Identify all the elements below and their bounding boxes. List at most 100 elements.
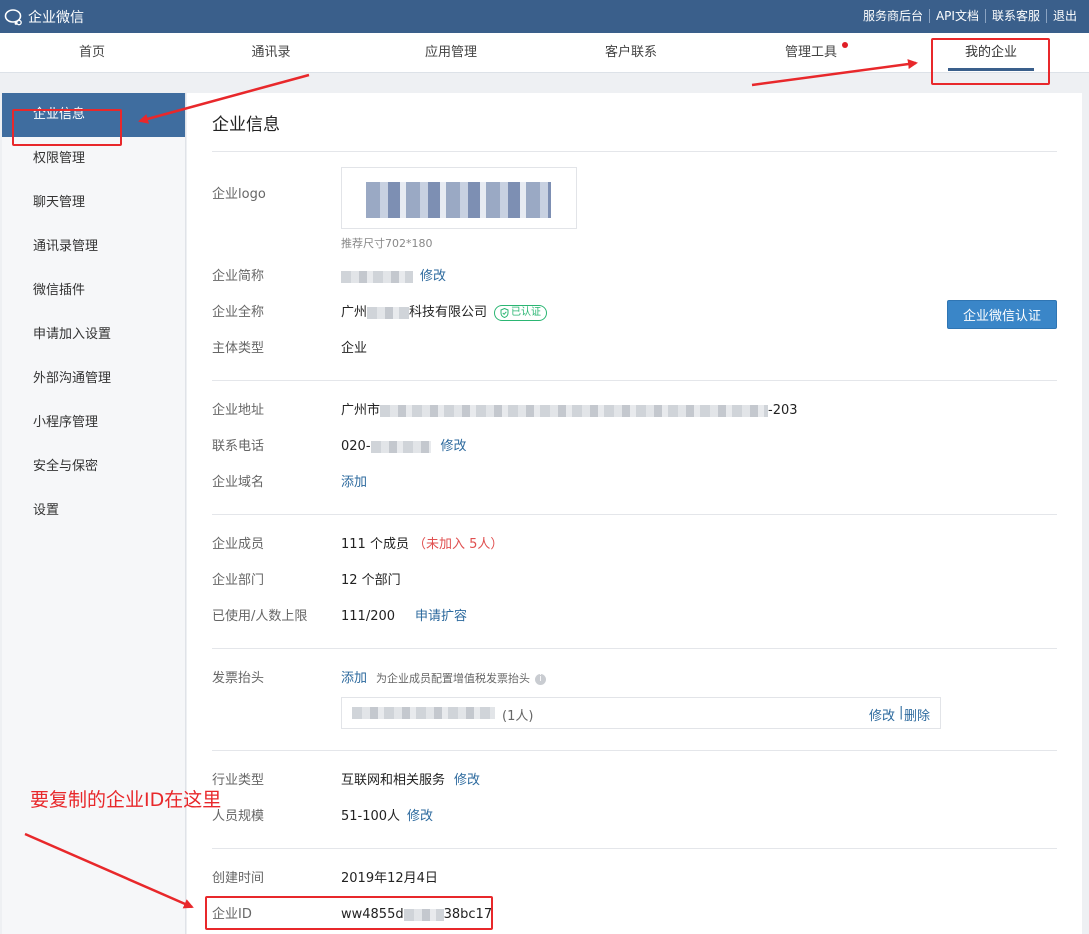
sidebar-item-external-communication[interactable]: 外部沟通管理 — [2, 357, 185, 401]
nav-app-management[interactable]: 应用管理 — [409, 33, 493, 73]
departments-row: 企业部门 12 个部门 — [212, 571, 1057, 591]
sidebar-item-settings[interactable]: 设置 — [2, 489, 185, 533]
sidebar-item-wechat-plugin[interactable]: 微信插件 — [2, 269, 185, 313]
sidebar-item-contacts-management[interactable]: 通讯录管理 — [2, 225, 185, 269]
highlight-box-corp-id — [205, 896, 493, 930]
divider — [212, 848, 1057, 849]
sidebar-item-mini-program[interactable]: 小程序管理 — [2, 401, 185, 445]
sidebar-item-security[interactable]: 安全与保密 — [2, 445, 185, 489]
full-name-redacted — [367, 307, 410, 319]
api-docs-link[interactable]: API文档 — [928, 9, 985, 23]
divider — [212, 750, 1057, 751]
short-name-redacted — [341, 271, 413, 283]
address-suffix: -203 — [768, 403, 798, 418]
industry-row: 行业类型 互联网和相关服务 修改 — [212, 771, 1057, 791]
domain-add-link[interactable]: 添加 — [341, 473, 367, 493]
wecom-logo-icon — [4, 9, 22, 26]
members-unjoined[interactable]: （未加入 5人） — [413, 535, 503, 555]
usage-value-group: 111/200 申请扩容 — [341, 607, 467, 627]
address-redacted — [380, 405, 769, 417]
invoice-item: (1人) 修改 | 删除 — [341, 697, 941, 729]
industry-value-group: 互联网和相关服务 修改 — [341, 771, 480, 791]
expand-capacity-link[interactable]: 申请扩容 — [415, 607, 467, 627]
entity-type-label: 主体类型 — [212, 341, 265, 356]
page-title: 企业信息 — [212, 115, 280, 135]
scale-value: 51-100人 — [341, 809, 401, 824]
sidebar-item-join-settings[interactable]: 申请加入设置 — [2, 313, 185, 357]
logout-link[interactable]: 退出 — [1045, 9, 1083, 23]
short-name-value: 修改 — [341, 267, 446, 287]
full-name-row: 企业全称 广州 科技有限公司 已认证 — [212, 303, 1057, 323]
members-value: 111 个成员 — [341, 537, 409, 552]
brand[interactable]: 企业微信 — [4, 7, 84, 27]
phone-value: 020- 修改 — [341, 437, 467, 457]
members-value-group: 111 个成员 （未加入 5人） — [341, 535, 503, 555]
full-name-prefix: 广州 — [341, 305, 368, 320]
short-name-edit-link[interactable]: 修改 — [420, 267, 446, 287]
nav-management-tools-label: 管理工具 — [784, 45, 837, 60]
divider — [212, 151, 1057, 152]
brand-name: 企业微信 — [28, 10, 84, 26]
invoice-delete-link[interactable]: 删除 — [904, 705, 930, 724]
created-row: 创建时间 2019年12月4日 — [212, 869, 1057, 889]
address-prefix: 广州市 — [341, 403, 381, 418]
departments-label: 企业部门 — [212, 573, 265, 588]
main-panel: 企业信息 企业logo 推荐尺寸702*180 企业简称 修改 企业全称 广州 … — [187, 93, 1082, 934]
nav-contacts[interactable]: 通讯录 — [229, 33, 313, 73]
members-label: 企业成员 — [212, 537, 265, 552]
invoice-title-redacted — [352, 707, 495, 719]
shield-check-icon — [500, 308, 509, 318]
departments-value: 12 个部门 — [341, 573, 401, 588]
contact-support-link[interactable]: 联系客服 — [984, 9, 1046, 23]
separator: | — [899, 705, 904, 720]
notification-dot — [842, 42, 848, 48]
nav-home[interactable]: 首页 — [50, 33, 134, 73]
invoice-label: 发票抬头 — [212, 671, 265, 686]
highlight-box-my-enterprise — [931, 38, 1050, 85]
logo-upload-box[interactable] — [341, 167, 577, 229]
address-value: 广州市 -203 — [341, 401, 798, 421]
scale-edit-link[interactable]: 修改 — [407, 807, 433, 827]
nav-management-tools[interactable]: 管理工具 — [769, 33, 853, 73]
invoice-hint: 为企业成员配置增值税发票抬头 — [376, 672, 531, 685]
address-row: 企业地址 广州市 -203 — [212, 401, 1057, 421]
invoice-row: 发票抬头 添加 为企业成员配置增值税发票抬头 i — [212, 669, 1057, 689]
industry-value: 互联网和相关服务 — [341, 773, 446, 788]
sidebar-item-chat-management[interactable]: 聊天管理 — [2, 181, 185, 225]
short-name-row: 企业简称 修改 — [212, 267, 1057, 287]
full-name-suffix: 科技有限公司 — [409, 305, 488, 320]
logo-size-hint: 推荐尺寸702*180 — [341, 237, 433, 250]
annotation-text: 要复制的企业ID在这里 — [30, 789, 222, 811]
full-name-value: 广州 科技有限公司 已认证 — [341, 303, 548, 323]
short-name-label: 企业简称 — [212, 269, 265, 284]
scale-row: 人员规模 51-100人 修改 — [212, 807, 1057, 827]
usage-row: 已使用/人数上限 111/200 申请扩容 — [212, 607, 1057, 627]
industry-edit-link[interactable]: 修改 — [454, 771, 480, 791]
address-label: 企业地址 — [212, 403, 265, 418]
highlight-box-enterprise-info — [12, 109, 122, 146]
entity-type-value: 企业 — [341, 341, 368, 356]
entity-type-row: 主体类型 企业 — [212, 339, 1057, 359]
members-row: 企业成员 111 个成员 （未加入 5人） — [212, 535, 1057, 555]
domain-row: 企业域名 添加 — [212, 473, 1057, 493]
invoice-value-group: 添加 为企业成员配置增值税发票抬头 i — [341, 669, 547, 689]
provider-console-link[interactable]: 服务商后台 — [857, 9, 929, 23]
invoice-add-link[interactable]: 添加 — [341, 669, 367, 689]
invoice-edit-link[interactable]: 修改 — [869, 705, 895, 724]
nav-customer-contact[interactable]: 客户联系 — [589, 33, 673, 73]
phone-prefix: 020- — [341, 439, 371, 454]
main-nav: 首页 通讯录 应用管理 客户联系 管理工具 我的企业 — [0, 33, 1089, 73]
wecom-certification-button[interactable]: 企业微信认证 — [947, 300, 1057, 329]
phone-edit-link[interactable]: 修改 — [441, 437, 467, 457]
scale-label: 人员规模 — [212, 809, 265, 824]
info-icon[interactable]: i — [535, 673, 547, 685]
usage-value: 111/200 — [341, 609, 396, 624]
logo-label: 企业logo — [212, 187, 266, 202]
top-links: 服务商后台 API文档 联系客服 退出 — [857, 9, 1083, 23]
divider — [212, 648, 1057, 649]
logo-image-redacted — [366, 182, 551, 218]
domain-label: 企业域名 — [212, 475, 265, 490]
phone-label: 联系电话 — [212, 439, 265, 454]
created-value: 2019年12月4日 — [341, 871, 438, 886]
divider — [212, 514, 1057, 515]
